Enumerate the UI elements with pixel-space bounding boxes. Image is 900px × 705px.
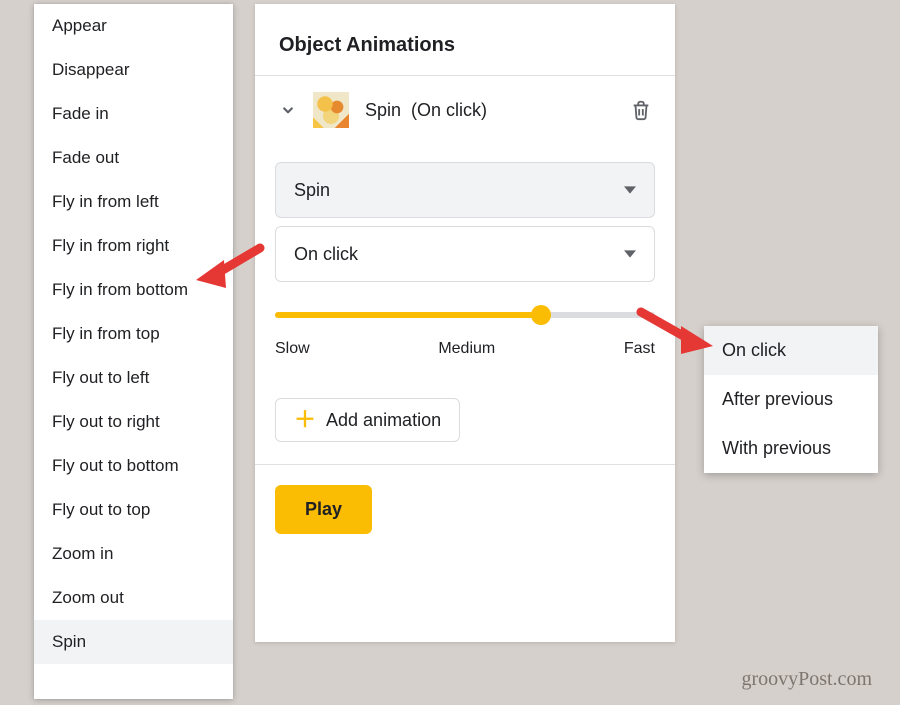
- trash-icon[interactable]: [627, 96, 655, 124]
- slider-label-medium: Medium: [438, 340, 495, 358]
- anim-item[interactable]: Fly out to top: [34, 488, 233, 532]
- slider-label-fast: Fast: [624, 340, 655, 358]
- slider-labels: Slow Medium Fast: [275, 340, 655, 358]
- trigger-option[interactable]: On click: [704, 326, 878, 375]
- animation-type-value: Spin: [294, 180, 330, 201]
- plus-icon: ＋: [294, 409, 316, 431]
- object-thumbnail: [313, 92, 349, 128]
- anim-item-spin[interactable]: Spin: [34, 620, 233, 664]
- trigger-option[interactable]: With previous: [704, 424, 878, 473]
- panel-title: Object Animations: [255, 4, 675, 75]
- anim-item[interactable]: Fly in from top: [34, 312, 233, 356]
- anim-item[interactable]: Fly out to left: [34, 356, 233, 400]
- divider: [255, 464, 675, 465]
- anim-item[interactable]: Fade out: [34, 136, 233, 180]
- animation-type-list: Appear Disappear Fade in Fade out Fly in…: [34, 4, 233, 699]
- object-animations-panel: Object Animations Spin (On click) Spin O…: [255, 4, 675, 642]
- slider-fill: [275, 312, 541, 318]
- speed-slider[interactable]: Slow Medium Fast: [275, 312, 655, 358]
- caret-down-icon: [624, 244, 636, 265]
- anim-item[interactable]: Appear: [34, 4, 233, 48]
- anim-item[interactable]: Fly in from right: [34, 224, 233, 268]
- add-animation-button[interactable]: ＋ Add animation: [275, 398, 460, 442]
- anim-item[interactable]: Fly in from left: [34, 180, 233, 224]
- slider-track: [275, 312, 655, 318]
- anim-item[interactable]: Zoom in: [34, 532, 233, 576]
- animation-name: Spin: [365, 100, 401, 120]
- animation-type-dropdown[interactable]: Spin: [275, 162, 655, 218]
- animation-trigger-suffix: (On click): [411, 100, 487, 120]
- trigger-dropdown[interactable]: On click: [275, 226, 655, 282]
- animation-row-title: Spin (On click): [365, 100, 611, 121]
- watermark: groovyPost.com: [741, 668, 872, 691]
- trigger-option-list: On click After previous With previous: [704, 326, 878, 473]
- anim-item[interactable]: Disappear: [34, 48, 233, 92]
- anim-item[interactable]: Fade in: [34, 92, 233, 136]
- anim-item[interactable]: Fly out to right: [34, 400, 233, 444]
- anim-item[interactable]: Zoom out: [34, 576, 233, 620]
- anim-item[interactable]: Fly in from bottom: [34, 268, 233, 312]
- chevron-down-icon[interactable]: [279, 101, 297, 119]
- add-animation-label: Add animation: [326, 410, 441, 431]
- trigger-value: On click: [294, 244, 358, 265]
- slider-thumb[interactable]: [531, 305, 551, 325]
- play-button[interactable]: Play: [275, 485, 372, 534]
- trigger-option[interactable]: After previous: [704, 375, 878, 424]
- caret-down-icon: [624, 180, 636, 201]
- anim-item[interactable]: Fly out to bottom: [34, 444, 233, 488]
- slider-label-slow: Slow: [275, 340, 310, 358]
- animation-row[interactable]: Spin (On click): [255, 76, 675, 144]
